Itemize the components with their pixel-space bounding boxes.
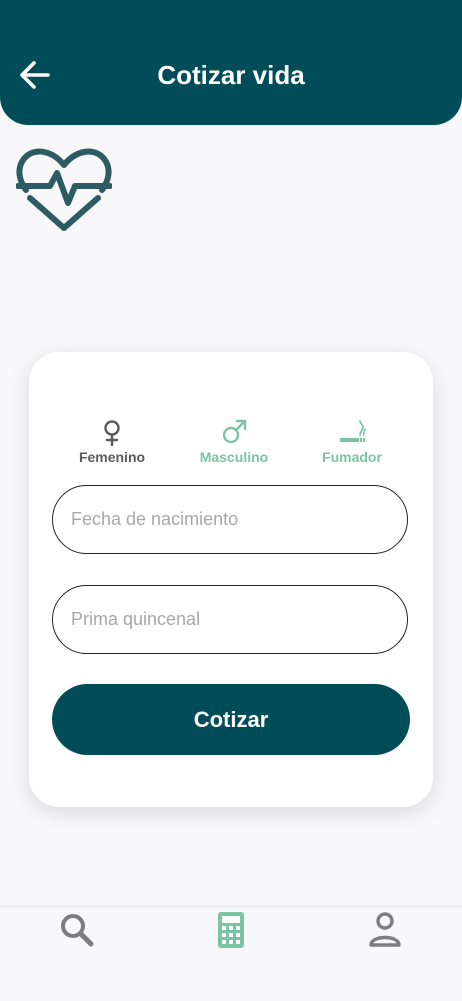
option-fumador-label: Fumador — [322, 449, 382, 465]
app-header: Cotizar vida — [0, 0, 462, 125]
calculator-icon — [218, 912, 244, 948]
cotizar-button[interactable]: Cotizar — [52, 684, 410, 755]
bottom-navigation — [0, 906, 462, 1001]
option-masculino-label: Masculino — [199, 449, 269, 465]
option-fumador[interactable]: Fumador — [297, 418, 407, 466]
user-icon — [369, 912, 401, 947]
option-femenino-label: Femenino — [78, 449, 146, 465]
smoking-icon — [340, 420, 366, 442]
page-title: Cotizar vida — [157, 60, 305, 90]
nav-profile[interactable] — [308, 907, 462, 963]
male-symbol-icon — [222, 419, 247, 444]
female-symbol-icon — [104, 420, 120, 446]
birthdate-field[interactable] — [52, 485, 408, 554]
nav-calculator[interactable] — [154, 907, 308, 963]
quote-form-card: Femenino Masculino Fumador Cotizar — [29, 352, 433, 807]
option-masculino[interactable]: Masculino — [179, 418, 289, 466]
premium-field[interactable] — [52, 585, 408, 654]
heart-pulse-icon — [16, 148, 112, 231]
search-icon — [61, 914, 94, 947]
option-femenino[interactable]: Femenino — [57, 418, 167, 466]
nav-search[interactable] — [0, 907, 154, 963]
